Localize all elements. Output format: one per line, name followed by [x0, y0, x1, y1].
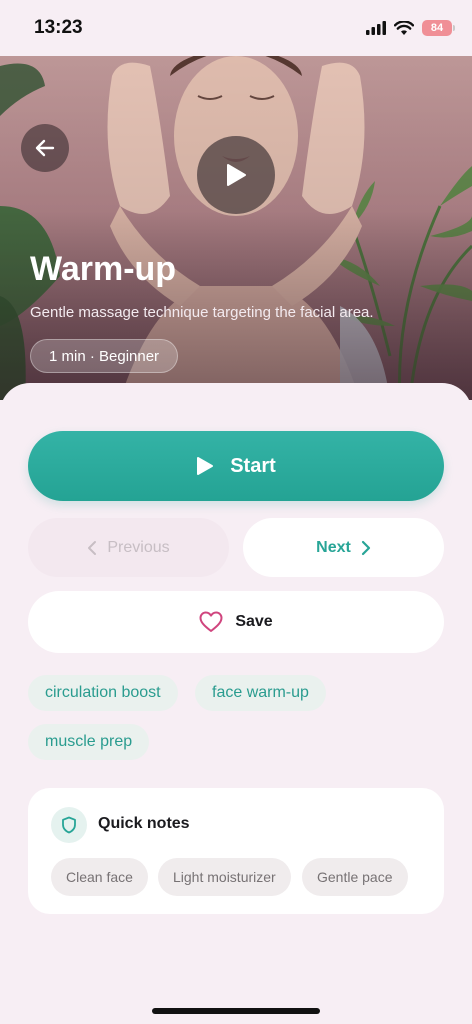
- back-button[interactable]: [21, 124, 69, 172]
- wifi-icon: [394, 20, 414, 35]
- start-label: Start: [230, 454, 276, 477]
- chevron-right-icon: [361, 540, 370, 555]
- save-button[interactable]: Save: [28, 591, 444, 653]
- note-chip-clean-face: Clean face: [51, 858, 148, 896]
- start-button[interactable]: Start: [28, 431, 444, 501]
- previous-button[interactable]: Previous: [28, 518, 229, 577]
- exercise-title: Warm-up: [30, 250, 177, 288]
- signal-icon: [366, 21, 386, 35]
- home-indicator[interactable]: [152, 1008, 320, 1014]
- arrow-left-icon: [35, 139, 55, 157]
- play-icon: [197, 457, 214, 475]
- tag-circulation-boost[interactable]: circulation boost: [28, 675, 178, 711]
- save-label: Save: [235, 613, 273, 630]
- battery-indicator: 84: [422, 20, 455, 36]
- exercise-description: Gentle massage technique targeting the f…: [30, 304, 374, 321]
- heart-icon: [199, 611, 223, 632]
- quick-notes-card: Quick notes Clean face Light moisturizer…: [28, 788, 444, 914]
- note-chip-gentle-pace: Gentle pace: [302, 858, 408, 896]
- tag-face-warm-up[interactable]: face warm-up: [195, 675, 326, 711]
- notes-icon-badge: [51, 807, 87, 843]
- previous-label: Previous: [107, 538, 170, 556]
- shield-icon: [62, 816, 76, 834]
- tag-muscle-prep[interactable]: muscle prep: [28, 724, 150, 760]
- next-label: Next: [316, 538, 351, 556]
- battery-level: 84: [430, 22, 444, 34]
- next-button[interactable]: Next: [243, 518, 444, 577]
- duration-level-badge: 1 min · Beginner: [30, 339, 179, 373]
- hero-video[interactable]: Warm-up Gentle massage technique targeti…: [0, 56, 472, 400]
- quick-notes-title: Quick notes: [98, 815, 190, 832]
- status-icons: 84: [366, 18, 455, 38]
- play-video-button[interactable]: [197, 136, 275, 214]
- note-chip-light-moisturizer: Light moisturizer: [158, 858, 291, 896]
- chevron-left-icon: [88, 540, 97, 555]
- status-bar: 13:23 84: [0, 0, 472, 56]
- play-icon: [227, 164, 246, 186]
- status-time: 13:23: [34, 17, 83, 38]
